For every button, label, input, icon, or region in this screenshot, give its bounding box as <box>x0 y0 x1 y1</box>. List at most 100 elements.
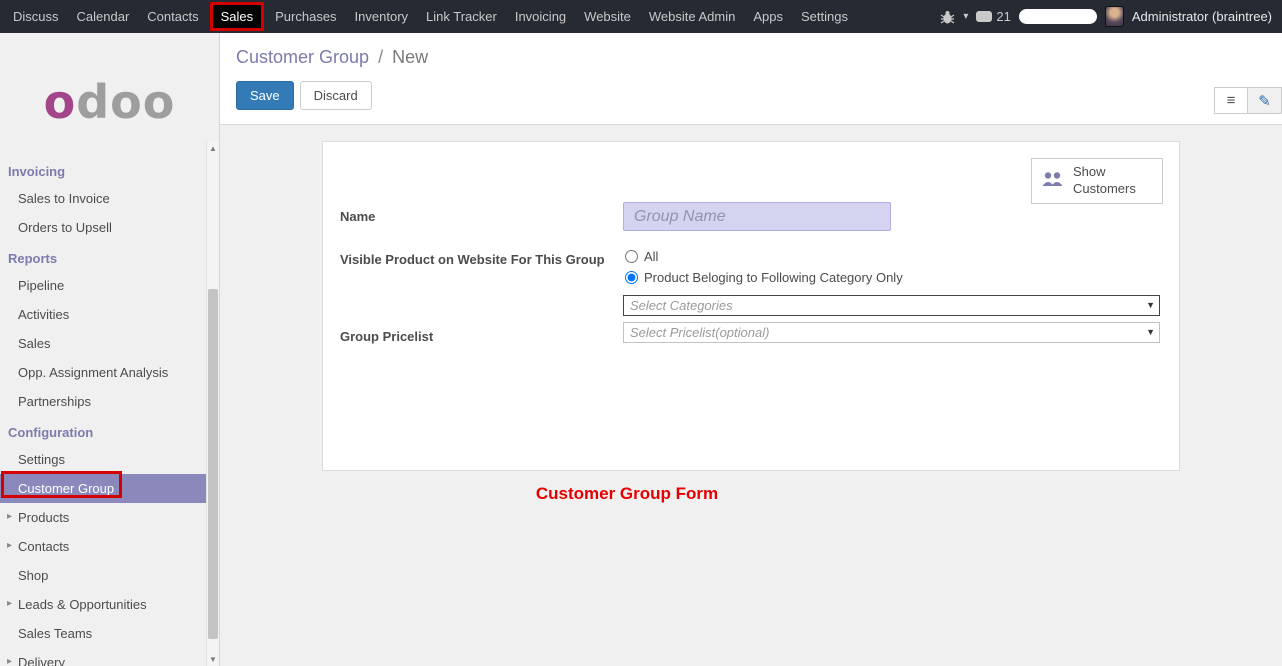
menu-contacts[interactable]: Contacts <box>138 0 207 33</box>
messages-count: 21 <box>996 9 1010 24</box>
discard-button[interactable]: Discard <box>300 81 372 110</box>
menu-link-tracker[interactable]: Link Tracker <box>417 0 506 33</box>
user-avatar[interactable] <box>1105 6 1124 27</box>
sidebar-item-label: Customer Group <box>18 481 114 496</box>
visible-product-field-row: Visible Product on Website For This Grou… <box>340 245 1160 316</box>
menu-purchases[interactable]: Purchases <box>266 0 345 33</box>
sidebar-item-label: Settings <box>18 452 65 467</box>
sidebar-item-activities[interactable]: Activities <box>0 300 206 329</box>
sidebar-item-pipeline[interactable]: Pipeline <box>0 271 206 300</box>
menu-website-admin[interactable]: Website Admin <box>640 0 744 33</box>
group-name-input[interactable] <box>623 202 891 231</box>
sidebar-item-customer-group[interactable]: Customer Group <box>0 474 206 503</box>
sidebar-item-delivery[interactable]: ▸ Delivery <box>0 648 206 666</box>
categories-placeholder: Select Categories <box>630 298 733 313</box>
sidebar-item-orders-to-upsell[interactable]: Orders to Upsell <box>0 213 206 242</box>
debug-caret-icon[interactable]: ▾ <box>963 11 968 22</box>
messages-button[interactable]: 21 <box>976 9 1010 24</box>
radio-all-label: All <box>644 249 658 264</box>
sidebar-item-partnerships[interactable]: Partnerships <box>0 387 206 416</box>
radio-category-label: Product Beloging to Following Category O… <box>644 270 903 285</box>
menu-apps[interactable]: Apps <box>744 0 792 33</box>
form-sheet: Show Customers Name Visible Product on W… <box>322 141 1180 471</box>
odoo-logo[interactable]: odoo <box>0 33 219 155</box>
chevron-right-icon: ▸ <box>7 656 12 666</box>
sidebar-item-label: Pipeline <box>18 278 64 293</box>
chevron-right-icon: ▸ <box>7 598 12 609</box>
menu-sales[interactable]: Sales <box>221 9 254 24</box>
scroll-up-icon[interactable]: ▲ <box>207 141 219 155</box>
visible-product-label: Visible Product on Website For This Grou… <box>340 245 623 316</box>
timer-widget[interactable] <box>1019 9 1097 24</box>
categories-select[interactable]: Select Categories ▼ <box>623 295 1160 316</box>
sidebar-item-shop[interactable]: Shop <box>0 561 206 590</box>
sidebar-item-sales-to-invoice[interactable]: Sales to Invoice <box>0 184 206 213</box>
sidebar-item-label: Leads & Opportunities <box>18 597 147 612</box>
debug-bug-icon[interactable] <box>940 10 955 24</box>
sidebar-item-sales[interactable]: Sales <box>0 329 206 358</box>
logo-letter-accent: o <box>44 75 77 129</box>
sidebar-item-label: Activities <box>18 307 69 322</box>
pricelist-select[interactable]: Select Pricelist(optional) ▼ <box>623 322 1160 343</box>
show-customers-button[interactable]: Show Customers <box>1031 158 1163 204</box>
scrollbar-thumb[interactable] <box>208 289 218 639</box>
sidebar-item-opp-assignment-analysis[interactable]: Opp. Assignment Analysis <box>0 358 206 387</box>
form-content-area: Show Customers Name Visible Product on W… <box>220 125 1282 666</box>
breadcrumb: Customer Group / New <box>236 47 1282 68</box>
menu-settings[interactable]: Settings <box>792 0 857 33</box>
sidebar-item-sales-teams[interactable]: Sales Teams <box>0 619 206 648</box>
top-menubar: Discuss Calendar Contacts Sales Purchase… <box>0 0 1282 33</box>
customers-group-icon <box>1041 171 1065 191</box>
section-configuration: Configuration <box>0 416 206 445</box>
sidebar-item-label: Shop <box>18 568 48 583</box>
pricelist-field-row: Group Pricelist Select Pricelist(optiona… <box>340 322 1160 344</box>
control-panel: Customer Group / New Save Discard ≡ ✎ <box>220 33 1282 125</box>
sidebar-item-label: Opp. Assignment Analysis <box>18 365 168 380</box>
sidebar-item-settings[interactable]: Settings <box>0 445 206 474</box>
edit-icon: ✎ <box>1258 92 1271 110</box>
sidebar-item-leads-opportunities[interactable]: ▸ Leads & Opportunities <box>0 590 206 619</box>
menu-website[interactable]: Website <box>575 0 640 33</box>
sidebar-item-contacts[interactable]: ▸ Contacts <box>0 532 206 561</box>
sidebar-item-label: Products <box>18 510 69 525</box>
pricelist-placeholder: Select Pricelist(optional) <box>630 325 769 340</box>
form-view-button[interactable]: ✎ <box>1248 87 1282 114</box>
top-menu-list: Discuss Calendar Contacts Sales Purchase… <box>0 0 857 33</box>
annotation-caption: Customer Group Form <box>220 484 1158 504</box>
chevron-right-icon: ▸ <box>7 540 12 551</box>
breadcrumb-customer-group[interactable]: Customer Group <box>236 47 369 67</box>
select-caret-icon: ▼ <box>1146 300 1155 310</box>
radio-category-only[interactable] <box>625 271 638 284</box>
sidebar-item-products[interactable]: ▸Products <box>0 503 206 532</box>
list-view-button[interactable]: ≡ <box>1214 87 1248 114</box>
user-menu[interactable]: Administrator (braintree) <box>1132 9 1272 24</box>
main-area: Customer Group / New Save Discard ≡ ✎ <box>220 33 1282 666</box>
view-switcher: ≡ ✎ <box>1214 87 1282 114</box>
sidebar-item-label: Delivery <box>18 655 65 666</box>
scroll-down-icon[interactable]: ▼ <box>207 652 219 666</box>
sidebar-item-label: Sales <box>18 336 51 351</box>
menu-inventory[interactable]: Inventory <box>346 0 417 33</box>
systray: ▾ 21 Administrator (braintree) <box>940 6 1282 27</box>
show-customers-label: Show Customers <box>1073 164 1153 198</box>
odoo-app: Discuss Calendar Contacts Sales Purchase… <box>0 0 1282 666</box>
group-pricelist-label: Group Pricelist <box>340 322 623 344</box>
action-buttons: Save Discard <box>236 81 1282 110</box>
name-field-row: Name <box>340 202 1160 231</box>
sidebar-scrollbar[interactable]: ▲ ▼ <box>206 141 219 666</box>
menu-discuss[interactable]: Discuss <box>4 0 68 33</box>
logo-letters: doo <box>76 75 175 129</box>
sidebar-item-label: Sales to Invoice <box>18 191 110 206</box>
save-button[interactable]: Save <box>236 81 294 110</box>
sidebar-nav: Invoicing Sales to Invoice Orders to Ups… <box>0 155 219 666</box>
section-invoicing: Invoicing <box>0 155 206 184</box>
select-caret-icon: ▼ <box>1146 327 1155 337</box>
sidebar-item-label: Contacts <box>18 539 69 554</box>
section-reports: Reports <box>0 242 206 271</box>
option-all-row: All <box>623 245 1160 266</box>
list-icon: ≡ <box>1227 92 1236 109</box>
menu-calendar[interactable]: Calendar <box>68 0 139 33</box>
radio-all[interactable] <box>625 250 638 263</box>
option-category-row: Product Beloging to Following Category O… <box>623 266 1160 287</box>
menu-invoicing[interactable]: Invoicing <box>506 0 575 33</box>
